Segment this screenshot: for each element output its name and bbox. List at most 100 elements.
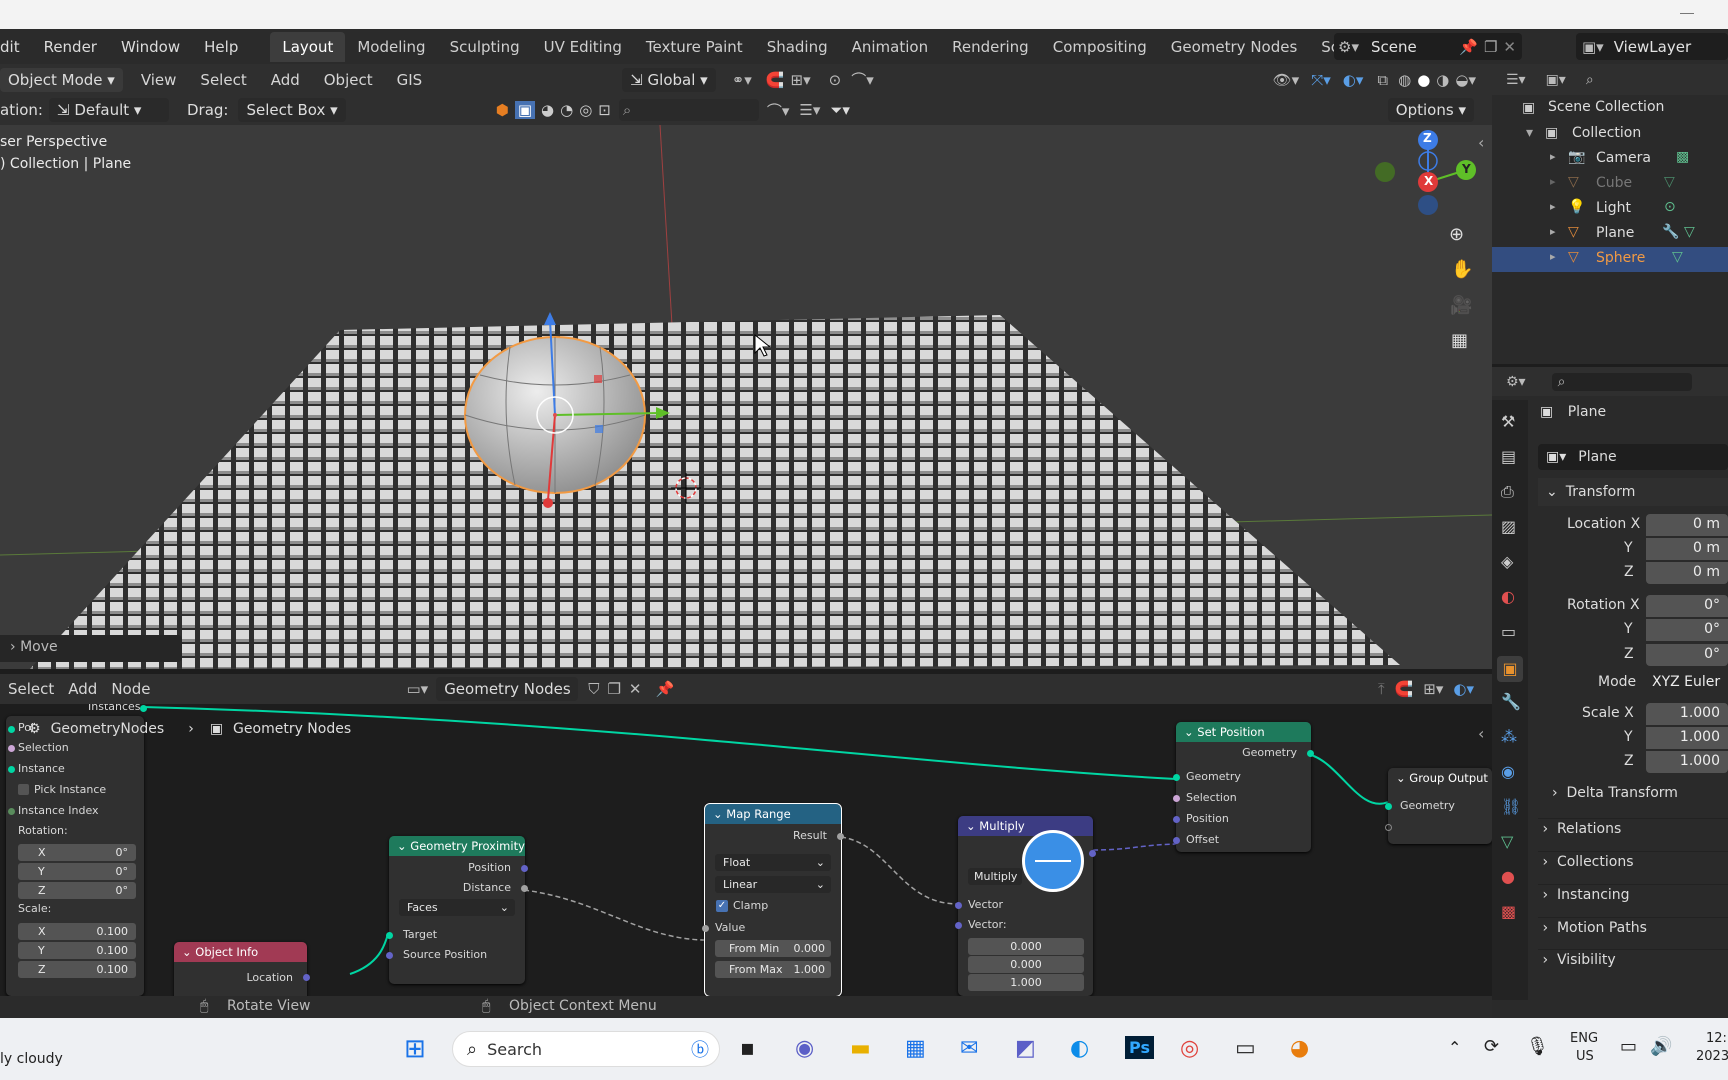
unlink-icon[interactable]: ✕ [629,680,642,698]
transform-panel-header[interactable]: ⌄ Transform [1538,478,1728,506]
tab-modeling[interactable]: Modeling [345,32,437,62]
vector-x-field[interactable]: 0.000 [968,938,1084,955]
group-geometry-socket[interactable] [1385,803,1392,810]
geometry-input-socket[interactable] [1173,774,1180,781]
outliner-item-cube[interactable]: ▸ ▽ Cube ▽ [1492,172,1728,197]
value-input-socket[interactable] [702,925,709,932]
world-tab-icon[interactable]: ◐ [1501,587,1515,606]
task-view-icon[interactable]: ▪ [740,1036,755,1061]
clamp-checkbox[interactable]: ✓ [716,900,728,912]
scale-x-field[interactable]: 1.000 [1646,703,1728,725]
collection-row[interactable]: ▾ ▣ Collection [1492,122,1728,147]
scale-x-field[interactable]: X 0.100 [18,923,136,940]
material-shading-icon[interactable]: ◑ [1436,71,1449,89]
fake-user-icon[interactable]: ⛉ [588,680,599,698]
node-menu-add[interactable]: Add [68,680,97,698]
location-z-field[interactable]: 0 m [1646,562,1728,584]
parent-tree-icon[interactable]: ⤒ [1378,680,1385,698]
filter-toggle-icon[interactable]: ⌒▾ [767,100,790,121]
rotation-z-field[interactable]: 0° [1646,644,1728,666]
app-icon[interactable]: ◩ [1015,1036,1036,1061]
display-mode-icon[interactable]: ☰▾ [1506,72,1526,88]
tab-geometry-nodes[interactable]: Geometry Nodes [1159,32,1310,62]
geometry-output-socket[interactable] [1307,750,1314,757]
solid-shading-icon[interactable]: ● [1417,71,1430,89]
tab-uv-editing[interactable]: UV Editing [532,32,634,62]
menu-select[interactable]: Select [200,71,246,89]
properties-search-input[interactable]: ⌕ [1551,372,1692,391]
expand-icon[interactable]: ▸ [1550,225,1556,238]
overlays-icon[interactable]: ◐▾ [1343,71,1364,89]
taskbar-search-box[interactable]: ⌕ Search ⓑ [452,1031,720,1067]
modifiers-tab-icon[interactable]: 🔧 [1501,692,1521,711]
output-tab-icon[interactable]: ⎙ [1501,482,1514,502]
store-icon[interactable]: ▦ [905,1036,926,1061]
viewport-canvas[interactable] [0,125,1492,669]
mesh-data-icon[interactable]: ▽ [1664,174,1675,190]
3d-viewport[interactable]: Z Y X ser Perspective ) Collection | Pla… [0,125,1492,669]
close-icon[interactable]: ✕ [1503,38,1516,56]
rotation-y-field[interactable]: 0° [1646,619,1728,641]
from-min-field[interactable]: From Min 0.000 [715,940,831,957]
data-type-dropdown[interactable]: Float ⌄ [715,854,831,871]
tab-rendering[interactable]: Rendering [940,32,1041,62]
visibility-icon[interactable]: 👁▾ [1273,71,1300,89]
menu-help[interactable]: Help [192,38,250,56]
set-position-node[interactable]: ⌄ Set Position Geometry Geometry Selecti… [1173,722,1314,852]
outliner-search-icon[interactable]: ⌕ [1586,72,1594,88]
interpolation-dropdown[interactable]: Linear ⌄ [715,876,831,893]
rotation-x-field[interactable]: 0° [1646,595,1728,617]
object-datablock-field[interactable]: ▣▾ Plane [1538,444,1728,470]
scale-y-field[interactable]: Y 0.100 [18,942,136,959]
photoshop-icon[interactable]: Ps [1125,1036,1154,1059]
menu-window[interactable]: Window [109,38,192,56]
menu-add[interactable]: Add [271,71,300,89]
position-output-socket[interactable] [521,865,528,872]
collection-expand-icon[interactable]: ▾ [1526,125,1533,141]
instance-socket[interactable] [8,766,15,773]
clock-time[interactable]: 12: [1706,1031,1727,1046]
mode-difference-icon[interactable]: ◎ [579,101,592,119]
sidebar-toggle-icon[interactable]: ‹ [1478,133,1484,152]
select-box-icon[interactable]: ▣ [514,101,536,119]
file-explorer-icon[interactable]: ▬ [850,1036,871,1061]
rotation-y-field[interactable]: Y 0° [18,863,136,880]
collection-tab-icon[interactable]: ▭ [1501,622,1516,641]
outliner-item-sphere[interactable]: ▸ ▽ Sphere ▽ [1492,247,1728,272]
scene-selector[interactable]: ⚙▾ Scene 📌 ❐ ✕ [1334,33,1522,60]
collections-section[interactable]: › Collections [1538,851,1728,870]
selection-socket[interactable] [8,745,15,752]
menu-render[interactable]: Render [32,38,109,56]
node-menu-node[interactable]: Node [111,680,150,698]
menu-object[interactable]: Object [324,71,373,89]
pin-tree-icon[interactable]: 📌 [655,680,674,698]
group-empty-socket[interactable] [1385,824,1392,831]
distance-output-socket[interactable] [521,885,528,892]
from-max-field[interactable]: From Max 1.000 [715,961,831,978]
set-position-header[interactable]: ⌄ Set Position [1176,722,1311,742]
group-output-header[interactable]: ⌄ Group Output [1388,768,1492,788]
scale-y-field[interactable]: 1.000 [1646,727,1728,749]
vector-z-field[interactable]: 1.000 [968,974,1084,991]
instance-on-points-node[interactable]: Poi Selection Instance Pick Instance Ins… [6,716,144,996]
gizmo-icon[interactable]: ⤧▾ [1311,71,1331,89]
snap-element-icon[interactable]: ⊞▾ [1423,680,1443,698]
source-position-socket[interactable] [386,952,393,959]
options-dropdown[interactable]: Options ▾ [1387,98,1474,122]
mode-subtract-icon[interactable]: ◔ [560,101,573,119]
location-output-socket[interactable] [303,974,310,981]
editor-type-icon[interactable]: ▭▾ [406,680,428,698]
tab-shading[interactable]: Shading [755,32,840,62]
outliner-item-plane[interactable]: ▸ ▽ Plane 🔧 ▽ [1492,222,1728,247]
rotation-x-field[interactable]: X 0° [18,844,136,861]
pivot-icon[interactable]: ⚭▾ [732,71,752,89]
location-y-field[interactable]: 0 m [1646,538,1728,560]
tray-chevron-icon[interactable]: ⌃ [1448,1038,1461,1057]
motion-paths-section[interactable]: › Motion Paths [1538,917,1728,936]
map-range-header[interactable]: ⌄ Map Range [705,804,841,824]
properties-editor-icon[interactable]: ⚙▾ [1506,374,1526,390]
windows-start-icon[interactable]: ⊞ [404,1034,426,1064]
menu-view[interactable]: View [141,71,177,89]
location-x-field[interactable]: 0 m [1646,514,1728,536]
result-output-socket[interactable] [837,833,844,840]
